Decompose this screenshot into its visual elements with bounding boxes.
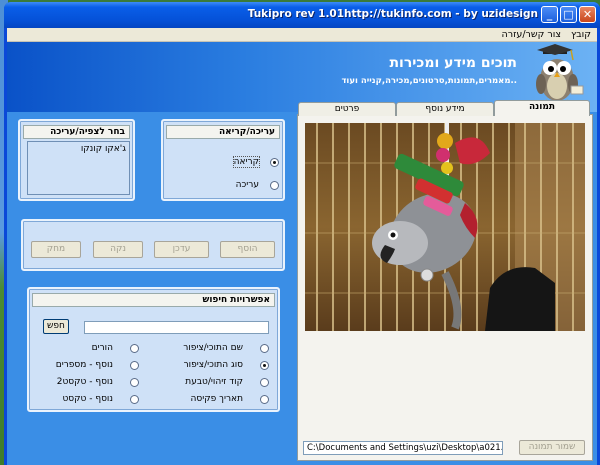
search-option-hatch-date[interactable]: תאריך פקיסה [159,394,269,406]
window-title: Tukipro rev 1.01http://tukinfo.com - by … [247,8,538,20]
menu-bar: קובץ צור קשר/עזרה [7,28,597,42]
option-label: נוסף - טקסט2 [56,377,113,387]
clear-button[interactable]: נקה [93,241,143,258]
radio-parents[interactable] [130,344,139,353]
parrot-photo [305,123,585,331]
option-label: נוסף - טקסט [62,394,113,404]
radio-ring-code[interactable] [260,378,269,387]
menu-contact-help[interactable]: צור קשר/עזרה [502,29,561,40]
parrot-photo-image [305,123,585,331]
app-window: Tukipro rev 1.01http://tukinfo.com - by … [4,2,600,465]
client-area: תוכים מידע ומכירות מאמרים,תמונות,סרטונים… [7,42,597,465]
radio-extra-text[interactable] [130,395,139,404]
tab-more-info[interactable]: מידע נוסף [396,102,494,116]
mode-edit-option[interactable]: עריכה [169,180,279,192]
title-bar[interactable]: Tukipro rev 1.01http://tukinfo.com - by … [4,2,600,28]
mode-panel-title: עריכה/קריאה [166,125,280,139]
search-button[interactable]: חפש [43,319,69,334]
search-option-extra-text[interactable]: נוסף - טקסט [33,394,139,406]
maximize-button[interactable]: □ [560,6,577,23]
view-select-title: בחר לצפיה/עריכה [23,125,130,139]
actions-panel: הוסף עדכן נקה מחק [21,219,285,271]
radio-parrot-type[interactable] [260,361,269,370]
radio-hatch-date[interactable] [260,395,269,404]
mode-read-label: קריאה [232,156,261,168]
option-label: שם התוכי/ציפור [183,343,243,353]
option-label: נוסף - מספרים [55,360,113,370]
search-option-parrot-type[interactable]: סוג התוכי/ציפור [159,360,269,372]
bird-listbox[interactable]: ג'אקו קונקו [27,141,130,195]
mode-panel: עריכה/קריאה קריאה עריכה [161,119,285,201]
menu-file[interactable]: קובץ [571,29,591,40]
option-label: תאריך פקיסה [190,394,243,404]
search-option-extra-text2[interactable]: נוסף - טקסט2 [33,377,139,389]
delete-button[interactable]: מחק [31,241,81,258]
search-option-parents[interactable]: הורים [33,343,139,355]
option-label: הורים [91,343,113,353]
banner-subtitle: מאמרים,תמונות,סרטונים,מכירה,קנייה ועוד.. [341,76,517,86]
view-select-panel: בחר לצפיה/עריכה ג'אקו קונקו [18,119,135,201]
tab-details[interactable]: פרטים [298,102,396,116]
mode-edit-radio[interactable] [270,181,279,190]
mode-read-option[interactable]: קריאה [169,156,279,169]
close-button[interactable]: ✕ [579,6,596,23]
tab-image[interactable]: תמונה [494,100,590,116]
minimize-button[interactable]: _ [541,6,558,23]
search-option-ring-code[interactable]: קוד זיהוי/טבעת [159,377,269,389]
tab-panel: תמונה מידע נוסף פרטים C:\Documents and S… [297,100,593,461]
radio-parrot-name[interactable] [260,344,269,353]
add-button[interactable]: הוסף [220,241,275,258]
search-panel: אפשרויות חיפוש חפש שם התוכי/ציפור סוג הת… [27,287,280,412]
radio-extra-numbers[interactable] [130,361,139,370]
radio-extra-text2[interactable] [130,378,139,387]
search-option-extra-numbers[interactable]: נוסף - מספרים [33,360,139,372]
mode-read-radio[interactable] [270,158,279,167]
update-button[interactable]: עדכן [154,241,209,258]
option-label: סוג התוכי/ציפור [183,360,243,370]
banner-title: תוכים מידע ומכירות [389,55,517,71]
save-image-button[interactable]: שמור תמונה [519,440,585,455]
search-panel-title: אפשרויות חיפוש [32,293,275,307]
option-label: קוד זיהוי/טבעת [185,377,243,387]
image-path-field[interactable]: C:\Documents and Settings\uzi\Desktop\a0… [303,441,503,455]
mode-edit-label: עריכה [235,180,259,190]
list-item[interactable]: ג'אקו קונקו [31,144,126,154]
search-input[interactable] [84,321,269,334]
search-option-parrot-name[interactable]: שם התוכי/ציפור [159,343,269,355]
